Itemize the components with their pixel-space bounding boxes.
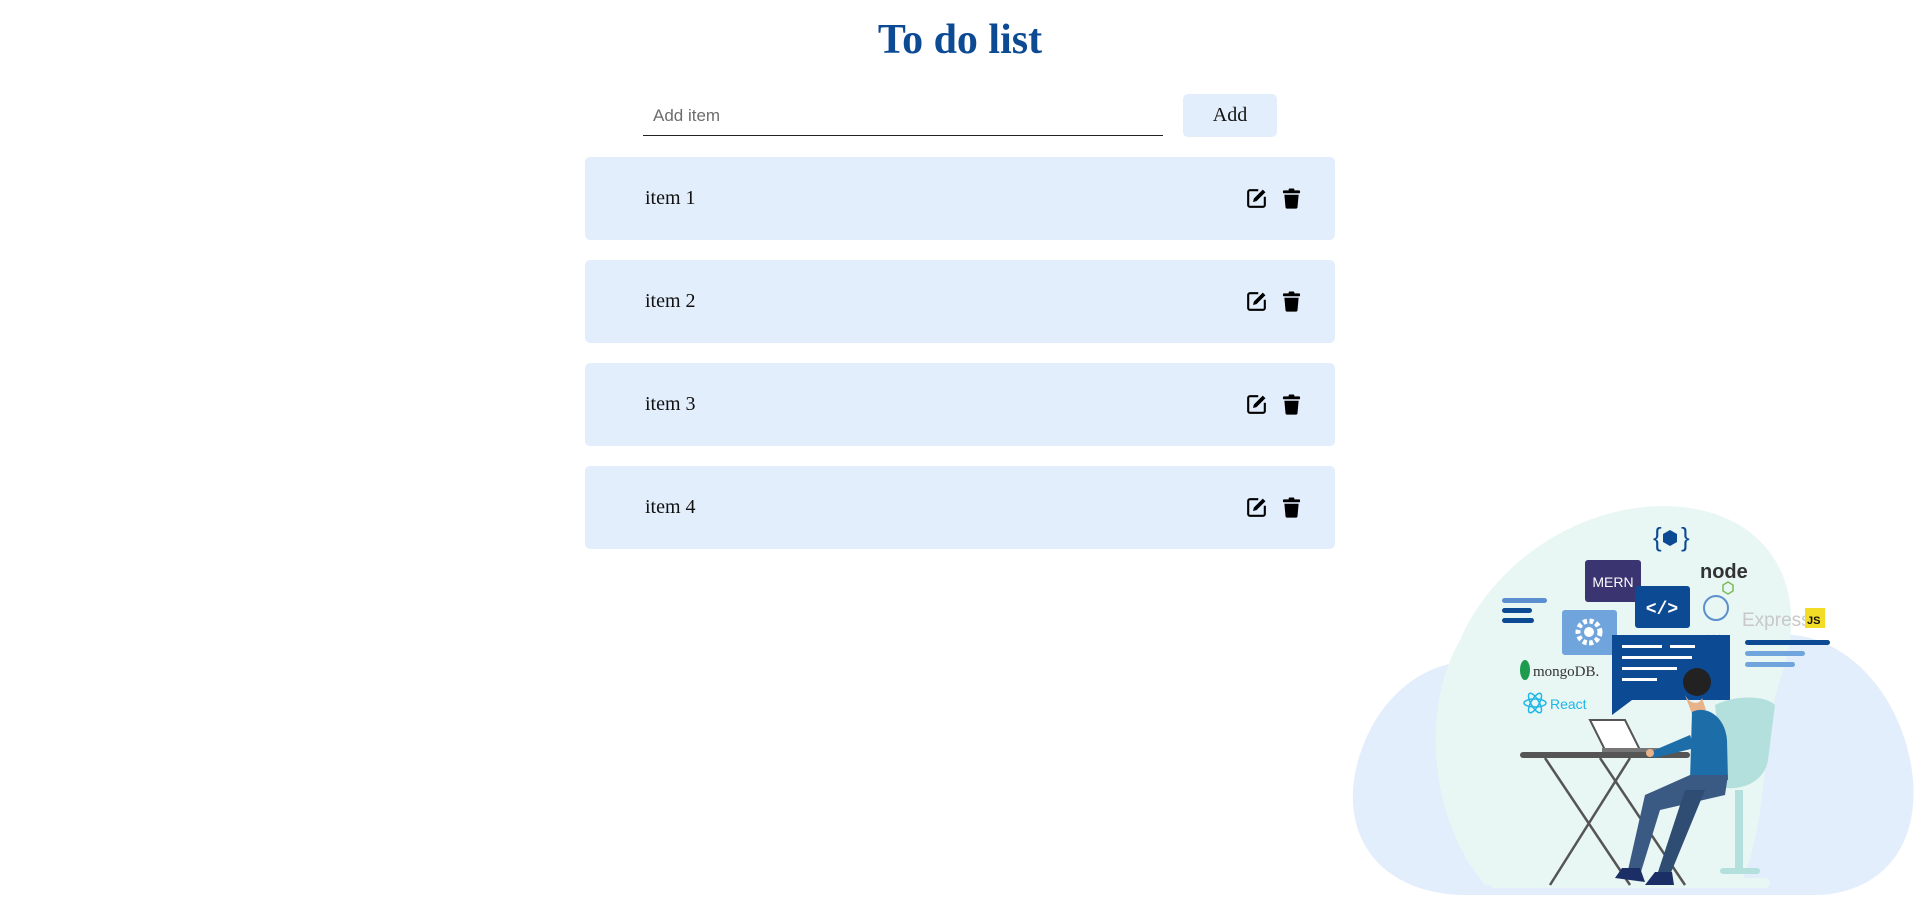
braces-icon: { bbox=[1653, 522, 1662, 552]
list-item: item 4 bbox=[585, 466, 1335, 549]
edit-icon[interactable] bbox=[1245, 496, 1268, 519]
list-item: item 1 bbox=[585, 157, 1335, 240]
svg-text:</>: </> bbox=[1646, 600, 1678, 620]
react-logo: React bbox=[1550, 696, 1587, 712]
edit-icon[interactable] bbox=[1245, 187, 1268, 210]
trash-icon[interactable] bbox=[1280, 393, 1303, 416]
list-item-label: item 1 bbox=[645, 187, 696, 209]
svg-text:JS: JS bbox=[1807, 615, 1820, 627]
trash-icon[interactable] bbox=[1280, 187, 1303, 210]
list-item-actions bbox=[1245, 290, 1303, 313]
trash-icon[interactable] bbox=[1280, 496, 1303, 519]
node-logo: node bbox=[1700, 561, 1748, 583]
edit-icon[interactable] bbox=[1245, 290, 1268, 313]
list-item-actions bbox=[1245, 496, 1303, 519]
svg-text:}: } bbox=[1681, 522, 1690, 552]
list-item: item 2 bbox=[585, 260, 1335, 343]
trash-icon[interactable] bbox=[1280, 290, 1303, 313]
page-title: To do list bbox=[877, 17, 1043, 63]
edit-icon[interactable] bbox=[1245, 393, 1268, 416]
text-lines-icon bbox=[1745, 640, 1830, 645]
add-item-input[interactable] bbox=[643, 96, 1163, 136]
developer-illustration: { } MERN node </> . . . Express JS mongo… bbox=[1352, 506, 1914, 895]
list-item-label: item 3 bbox=[645, 393, 696, 415]
add-button[interactable]: Add bbox=[1183, 94, 1277, 137]
mern-label: MERN bbox=[1592, 574, 1633, 590]
list-item-actions bbox=[1245, 187, 1303, 210]
todo-app: To do list Add item 1 bbox=[0, 0, 1920, 912]
todo-list: item 1 item 2 item 3 item 4 bbox=[585, 157, 1335, 569]
list-item: item 3 bbox=[585, 363, 1335, 446]
list-item-label: item 2 bbox=[645, 290, 696, 312]
mongodb-logo: mongoDB. bbox=[1533, 664, 1599, 680]
menu-lines-icon bbox=[1502, 598, 1547, 603]
list-item-actions bbox=[1245, 393, 1303, 416]
express-logo: Express bbox=[1742, 610, 1811, 631]
list-item-label: item 4 bbox=[645, 496, 696, 518]
mongodb-leaf-icon bbox=[1520, 660, 1530, 680]
